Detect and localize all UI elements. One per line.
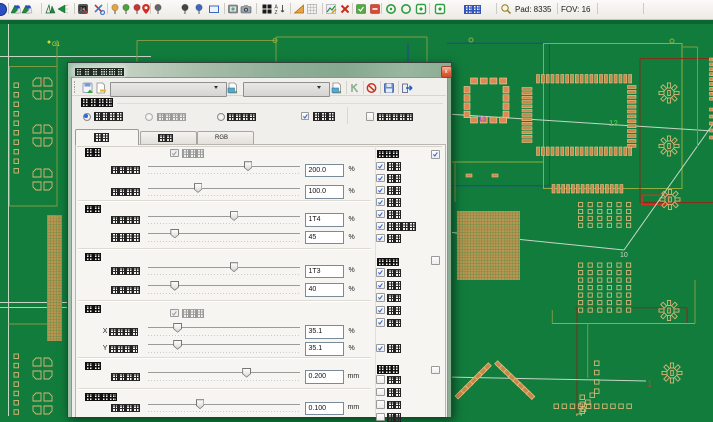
svg-text:12: 12 (609, 119, 618, 128)
svg-text:2: 2 (41, 80, 44, 86)
svg-text:Z: Z (275, 10, 278, 15)
svg-text:13: 13 (479, 117, 487, 124)
svg-text:10: 10 (620, 252, 628, 259)
svg-text:1: 1 (648, 380, 653, 389)
svg-text:24: 24 (80, 6, 86, 11)
svg-text:G1: G1 (52, 42, 61, 48)
svg-text:2223: 2223 (48, 215, 58, 220)
